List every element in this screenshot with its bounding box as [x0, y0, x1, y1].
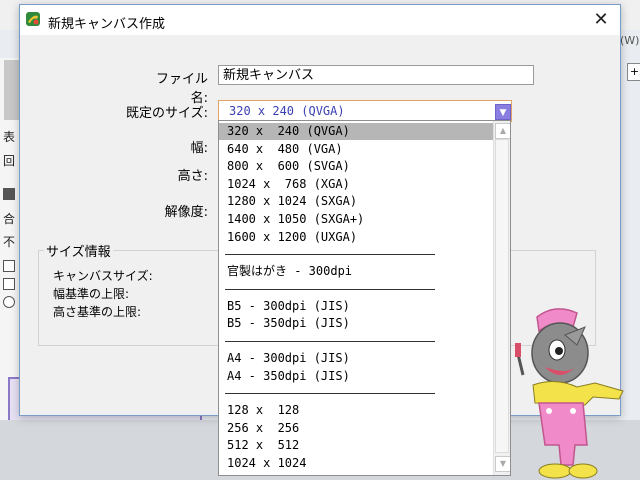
dialog-title: 新規キャンバス作成 — [48, 17, 166, 32]
dropdown-option[interactable]: 800 x 600 (SVGA) — [219, 158, 493, 175]
dropdown-option[interactable]: 320 x 240 (QVGA) — [219, 123, 493, 140]
dropdown-option[interactable]: 1280 x 1024 (SXGA) — [219, 193, 493, 210]
scroll-down-icon[interactable]: ▼ — [495, 456, 510, 472]
filename-input[interactable]: 新規キャンバス — [218, 65, 534, 85]
scrollbar-thumb[interactable] — [495, 139, 509, 453]
preset-size-dropdown: 320 x 240 (QVGA) 640 x 480 (VGA) 800 x 600… — [218, 120, 511, 476]
dropdown-option[interactable]: B5 - 350dpi (JIS) — [219, 315, 493, 332]
preset-size-select[interactable]: 320 x 240 (QVGA) — [218, 100, 512, 122]
dropdown-option[interactable]: A4 - 300dpi (JIS) — [219, 350, 493, 367]
background-side-text-1: 表 — [3, 130, 16, 144]
dropdown-option[interactable]: 256 x 256 — [219, 420, 493, 437]
height-limit-label: 高さ基準の上限: — [53, 305, 142, 319]
background-side-text-4: 不 — [3, 235, 16, 249]
width-label: 幅: — [190, 141, 208, 156]
background-side-text-2: 回 — [3, 154, 16, 168]
dropdown-option[interactable]: 128 x 128 — [219, 402, 493, 419]
dropdown-option[interactable]: A4 - 350dpi (JIS) — [219, 368, 493, 385]
dropdown-option[interactable]: 512 x 512 — [219, 437, 493, 454]
width-limit-label: 幅基準の上限: — [53, 287, 130, 301]
dropdown-option[interactable]: B5 - 300dpi (JIS) — [219, 298, 493, 315]
dropdown-option[interactable]: 1600 x 1200 (UXGA) — [219, 229, 493, 246]
background-radio[interactable] — [3, 296, 15, 308]
preset-size-label: 既定のサイズ: — [126, 106, 208, 121]
background-menu-text: (W) — [620, 34, 640, 47]
dropdown-option[interactable]: 1024 x 1024 — [219, 455, 493, 472]
mascot-character-image — [515, 308, 624, 479]
background-plus-button[interactable]: + — [627, 63, 640, 81]
dropdown-separator — [225, 254, 435, 256]
background-side-text-3: 合 — [3, 212, 16, 226]
filename-label: ファイル名: — [155, 72, 208, 106]
dropdown-option[interactable]: 官製はがき - 300dpi — [219, 263, 493, 280]
preset-size-value: 320 x 240 (QVGA) — [229, 104, 345, 118]
dropdown-separator — [225, 393, 435, 395]
app-icon — [26, 12, 40, 26]
dropdown-separator — [225, 288, 435, 290]
canvas-size-label: キャンバスサイズ: — [53, 269, 153, 283]
background-preview-block — [4, 60, 20, 120]
background-checkbox-2[interactable] — [3, 278, 15, 290]
size-info-title: サイズ情報 — [44, 241, 113, 260]
dropdown-option[interactable]: 1400 x 1050 (SXGA+) — [219, 211, 493, 228]
close-button[interactable]: ✕ — [586, 7, 616, 33]
dropdown-option[interactable]: 640 x 480 (VGA) — [219, 141, 493, 158]
background-checkbox-1[interactable] — [3, 260, 15, 272]
resolution-label: 解像度: — [164, 205, 208, 220]
dropdown-separator — [225, 341, 435, 342]
background-add-icon — [3, 188, 15, 200]
chevron-down-icon[interactable]: ▼ — [495, 104, 511, 120]
dropdown-option[interactable]: 1024 x 768 (XGA) — [219, 176, 493, 193]
height-label: 高さ: — [177, 169, 208, 184]
dialog-titlebar: 新規キャンバス作成 ✕ — [20, 5, 620, 35]
scroll-up-icon[interactable]: ▲ — [495, 123, 510, 139]
